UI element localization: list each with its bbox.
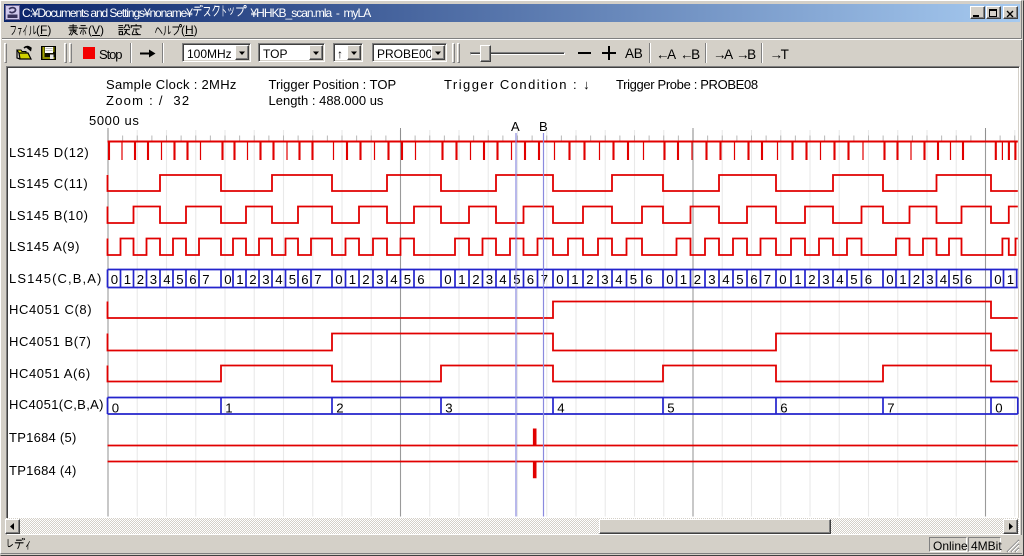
svg-text:4: 4 xyxy=(275,272,282,287)
svg-text:1: 1 xyxy=(680,272,687,287)
svg-text:4: 4 xyxy=(722,272,729,287)
svg-text:4: 4 xyxy=(615,272,622,287)
svg-text:1: 1 xyxy=(236,272,243,287)
svg-text:3: 3 xyxy=(822,272,829,287)
svg-text:5: 5 xyxy=(513,272,520,287)
svg-text:2: 2 xyxy=(472,272,479,287)
svg-text:0: 0 xyxy=(779,272,786,287)
svg-text:3: 3 xyxy=(926,272,933,287)
svg-text:5: 5 xyxy=(404,272,411,287)
svg-text:2: 2 xyxy=(694,272,701,287)
svg-text:5: 5 xyxy=(850,272,857,287)
svg-text:3: 3 xyxy=(150,272,157,287)
svg-text:4: 4 xyxy=(499,272,506,287)
svg-text:7: 7 xyxy=(541,272,548,287)
svg-text:1: 1 xyxy=(349,272,356,287)
svg-text:7: 7 xyxy=(314,272,321,287)
svg-text:0: 0 xyxy=(995,400,1002,415)
svg-text:6: 6 xyxy=(301,272,308,287)
svg-text:2: 2 xyxy=(362,272,369,287)
svg-text:5: 5 xyxy=(176,272,183,287)
svg-text:6: 6 xyxy=(965,272,972,287)
svg-text:1: 1 xyxy=(458,272,465,287)
svg-text:3: 3 xyxy=(445,400,452,415)
svg-text:6: 6 xyxy=(189,272,196,287)
svg-text:1: 1 xyxy=(571,272,578,287)
svg-text:5: 5 xyxy=(736,272,743,287)
svg-text:5: 5 xyxy=(289,272,296,287)
svg-text:3: 3 xyxy=(486,272,493,287)
svg-text:6: 6 xyxy=(865,272,872,287)
svg-text:0: 0 xyxy=(666,272,673,287)
svg-text:1: 1 xyxy=(899,272,906,287)
svg-text:6: 6 xyxy=(417,272,424,287)
svg-text:5: 5 xyxy=(630,272,637,287)
svg-text:2: 2 xyxy=(808,272,815,287)
svg-text:4: 4 xyxy=(557,400,564,415)
svg-text:0: 0 xyxy=(994,272,1001,287)
svg-text:2: 2 xyxy=(913,272,920,287)
svg-text:3: 3 xyxy=(601,272,608,287)
svg-text:1: 1 xyxy=(225,400,232,415)
svg-text:7: 7 xyxy=(764,272,771,287)
svg-text:7: 7 xyxy=(887,400,894,415)
svg-text:2: 2 xyxy=(249,272,256,287)
svg-text:4: 4 xyxy=(390,272,397,287)
svg-text:0: 0 xyxy=(556,272,563,287)
svg-text:4: 4 xyxy=(163,272,170,287)
svg-text:6: 6 xyxy=(750,272,757,287)
svg-text:7: 7 xyxy=(202,272,209,287)
svg-text:2: 2 xyxy=(137,272,144,287)
svg-text:0: 0 xyxy=(111,272,118,287)
svg-text:6: 6 xyxy=(780,400,787,415)
svg-text:1: 1 xyxy=(794,272,801,287)
svg-text:0: 0 xyxy=(335,272,342,287)
svg-text:3: 3 xyxy=(708,272,715,287)
svg-text:1: 1 xyxy=(1007,272,1014,287)
svg-text:1: 1 xyxy=(124,272,131,287)
svg-text:0: 0 xyxy=(444,272,451,287)
svg-text:3: 3 xyxy=(262,272,269,287)
svg-text:5: 5 xyxy=(952,272,959,287)
svg-text:2: 2 xyxy=(586,272,593,287)
svg-text:2: 2 xyxy=(336,400,343,415)
svg-text:4: 4 xyxy=(940,272,947,287)
svg-text:4: 4 xyxy=(836,272,843,287)
svg-text:3: 3 xyxy=(376,272,383,287)
svg-text:5: 5 xyxy=(667,400,674,415)
svg-text:6: 6 xyxy=(527,272,534,287)
svg-text:6: 6 xyxy=(645,272,652,287)
svg-text:0: 0 xyxy=(886,272,893,287)
svg-text:0: 0 xyxy=(224,272,231,287)
svg-text:0: 0 xyxy=(112,400,119,415)
